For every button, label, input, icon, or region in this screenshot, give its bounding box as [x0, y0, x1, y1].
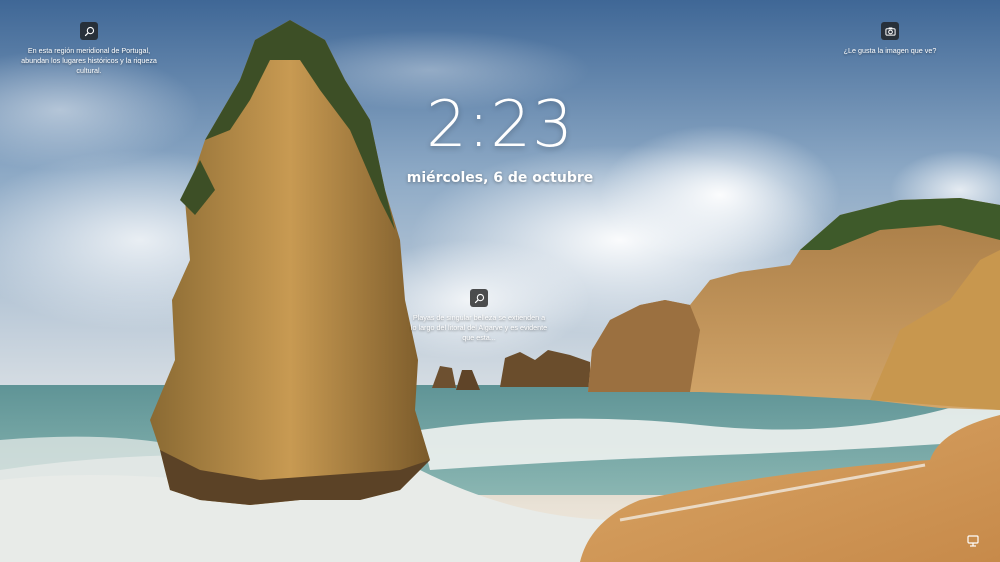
spotlight-info-left: En esta región meridional de Portugal, a… — [14, 22, 164, 77]
camera-icon — [884, 26, 896, 37]
spotlight-description-left[interactable]: En esta región meridional de Portugal, a… — [14, 46, 164, 77]
lock-screen: En esta región meridional de Portugal, a… — [0, 0, 1000, 562]
network-icon[interactable] — [966, 534, 980, 548]
lock-clock: 2:23 — [426, 88, 574, 162]
search-icon — [474, 293, 485, 304]
spotlight-search-button-left[interactable] — [80, 22, 98, 40]
spotlight-search-button-center[interactable] — [470, 289, 488, 307]
lock-date: miércoles, 6 de octubre — [406, 170, 594, 186]
spotlight-description-center[interactable]: Playas de singular belleza se extienden … — [410, 313, 548, 344]
search-icon — [84, 26, 95, 37]
spotlight-question[interactable]: ¿Le gusta la imagen que ve? — [844, 46, 937, 56]
background-photo — [0, 0, 1000, 562]
spotlight-like-button[interactable] — [881, 22, 899, 40]
spotlight-info-center: Playas de singular belleza se extienden … — [410, 289, 548, 344]
spotlight-info-right: ¿Le gusta la imagen que ve? — [815, 22, 965, 56]
